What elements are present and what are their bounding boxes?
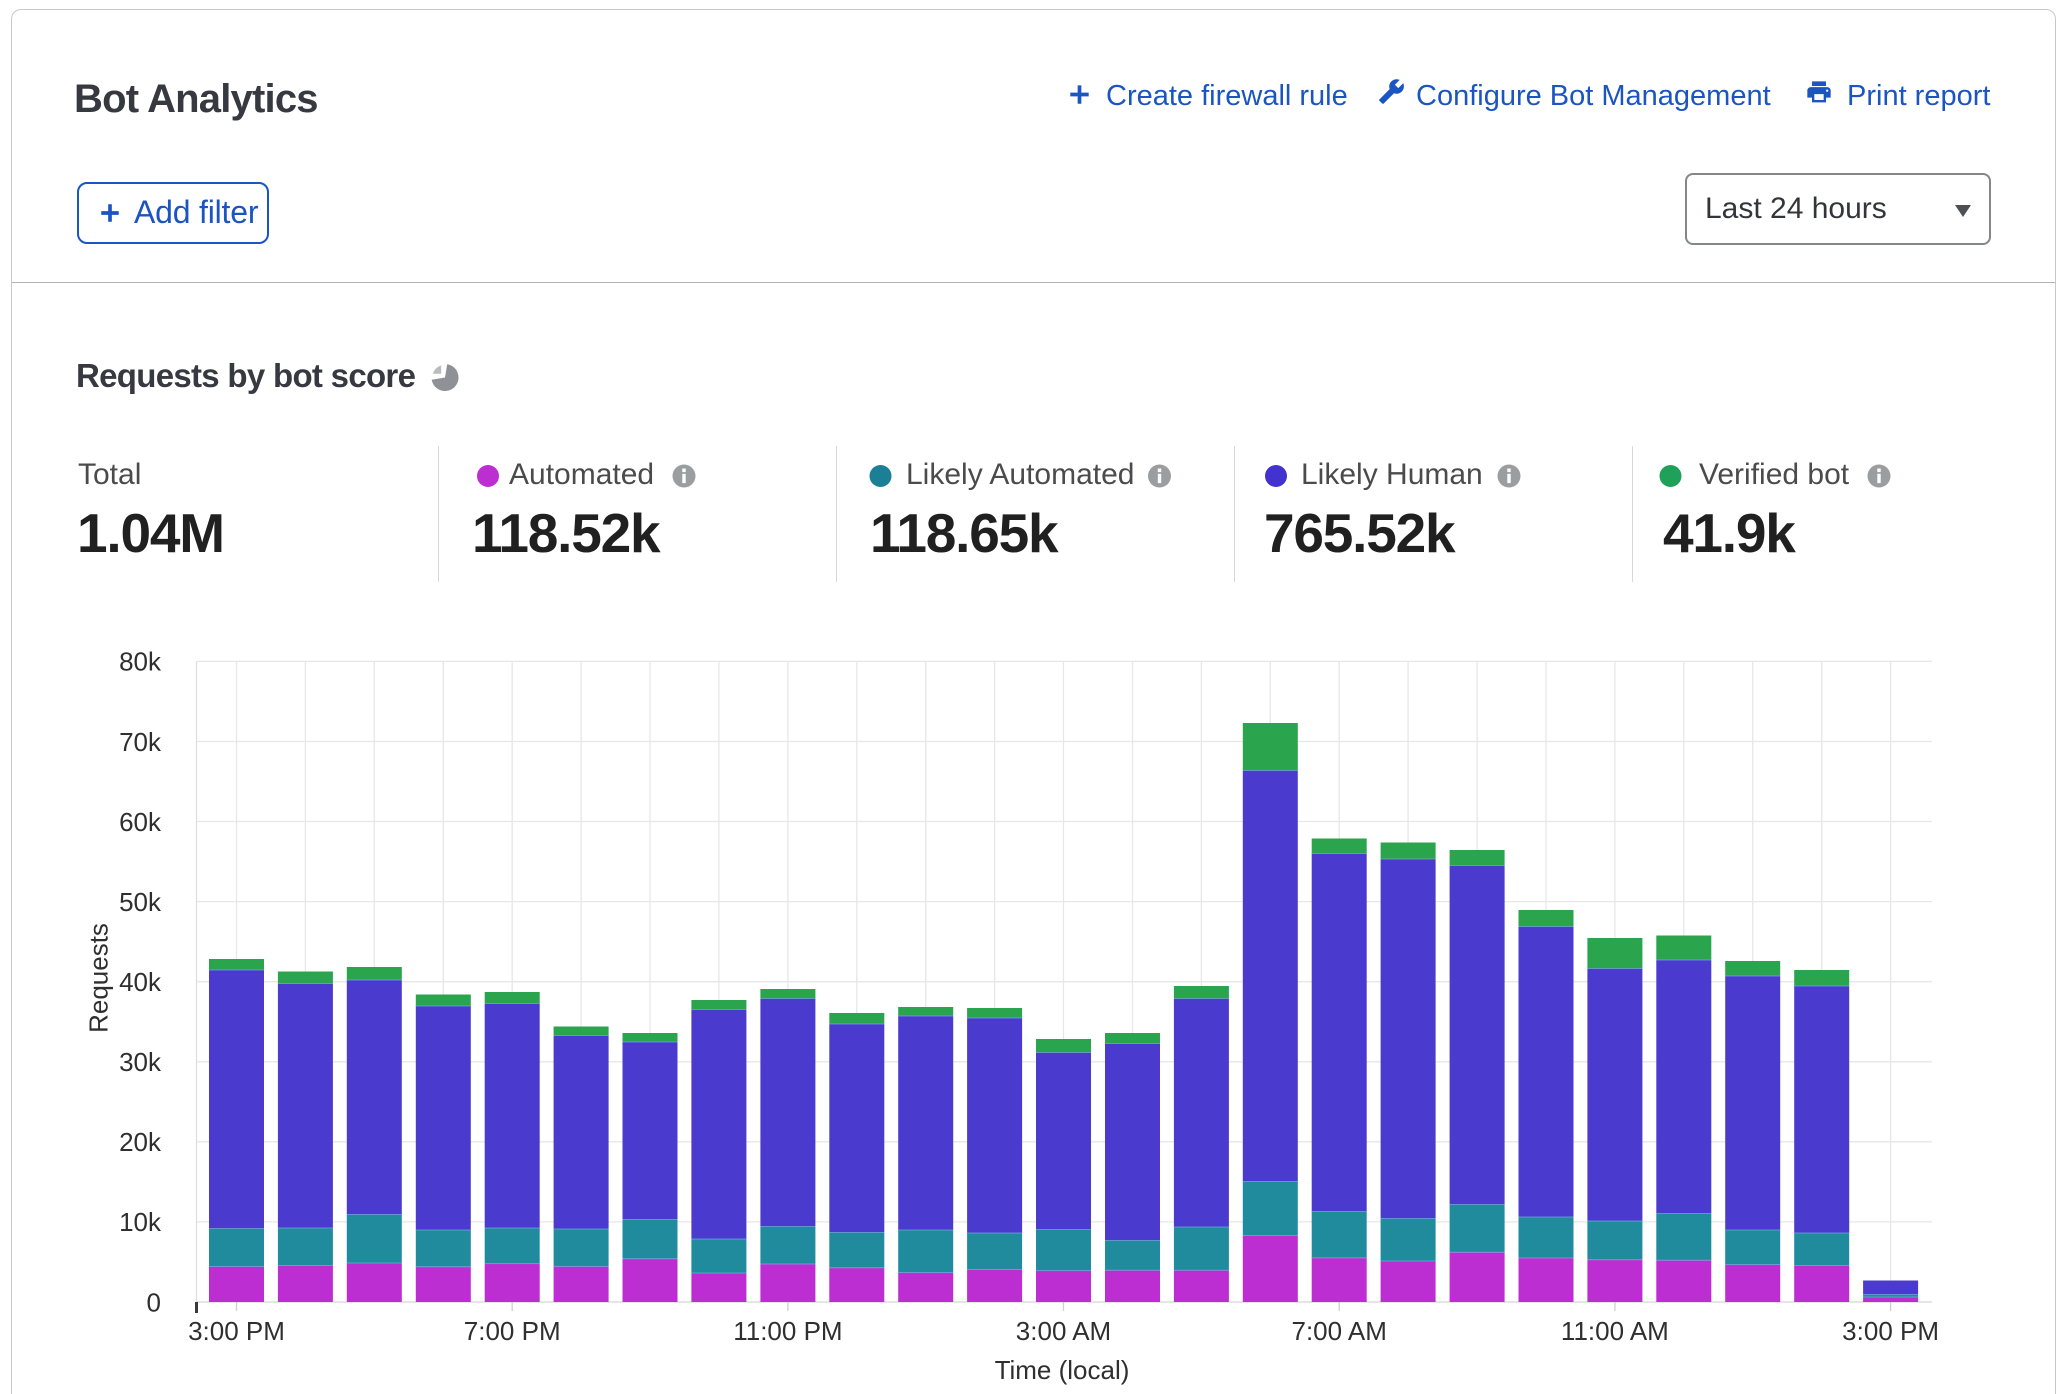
svg-text:7:00 AM: 7:00 AM: [1291, 1316, 1386, 1346]
svg-text:Requests: Requests: [84, 923, 114, 1033]
svg-text:3:00 AM: 3:00 AM: [1016, 1316, 1111, 1346]
svg-text:Time (local): Time (local): [995, 1355, 1130, 1385]
svg-text:7:00 PM: 7:00 PM: [464, 1316, 561, 1346]
svg-text:11:00 AM: 11:00 AM: [1561, 1316, 1669, 1346]
svg-text:70k: 70k: [119, 727, 162, 757]
svg-text:40k: 40k: [119, 967, 162, 997]
svg-text:20k: 20k: [119, 1127, 162, 1157]
svg-text:60k: 60k: [119, 807, 162, 837]
svg-text:11:00 PM: 11:00 PM: [733, 1316, 842, 1346]
svg-text:0: 0: [147, 1287, 161, 1317]
svg-text:3:00 PM: 3:00 PM: [188, 1316, 285, 1346]
svg-text:30k: 30k: [119, 1047, 162, 1077]
svg-text:80k: 80k: [119, 647, 162, 677]
svg-text:10k: 10k: [119, 1207, 162, 1237]
svg-text:50k: 50k: [119, 887, 162, 917]
svg-text:3:00 PM: 3:00 PM: [1842, 1316, 1939, 1346]
